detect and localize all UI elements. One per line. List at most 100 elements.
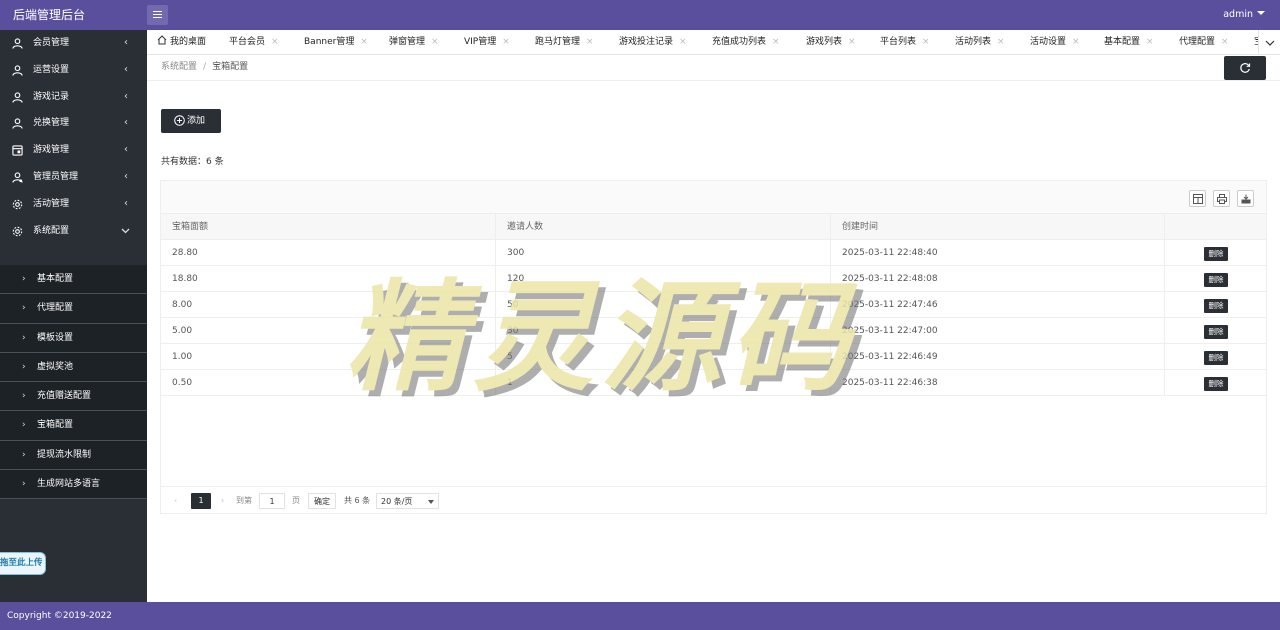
cell-created: 2025-03-11 22:48:08 bbox=[831, 266, 1165, 291]
total-count: 共 6 条 bbox=[344, 496, 371, 505]
sidebar-item-game-records[interactable]: 游戏记录 ‹ bbox=[0, 84, 147, 111]
sidebar-item-operations[interactable]: 运营设置 ‹ bbox=[0, 57, 147, 84]
user-menu[interactable]: admin bbox=[1223, 0, 1265, 30]
close-icon[interactable]: × bbox=[502, 37, 510, 47]
cell-amount: 8.00 bbox=[161, 292, 496, 317]
sidebar-item-games[interactable]: 游戏管理 ‹ bbox=[0, 137, 147, 164]
tab-agent-config[interactable]: 代理配置 × bbox=[1179, 30, 1229, 54]
breadcrumb-separator: / bbox=[203, 62, 207, 72]
delete-button[interactable]: 删除 bbox=[1204, 299, 1228, 313]
chevron-right-icon: › bbox=[22, 420, 26, 431]
page-unit-label: 页 bbox=[292, 496, 300, 505]
chevron-down-icon bbox=[1265, 40, 1275, 46]
chevron-left-icon: ‹ bbox=[124, 197, 128, 209]
tab-bet-records[interactable]: 游戏投注记录 × bbox=[619, 30, 687, 54]
tab-home[interactable]: 我的桌面 bbox=[157, 30, 207, 54]
tab-marquee[interactable]: 跑马灯管理 × bbox=[535, 30, 594, 54]
goto-label: 到第 bbox=[236, 496, 252, 505]
delete-button[interactable]: 删除 bbox=[1204, 377, 1228, 391]
close-icon[interactable]: × bbox=[1146, 37, 1154, 47]
tab-game-list[interactable]: 游戏列表 × bbox=[806, 30, 856, 54]
sidebar-item-activities[interactable]: 活动管理 ‹ bbox=[0, 191, 147, 218]
close-icon[interactable]: × bbox=[772, 37, 780, 47]
sidebar-item-exchange[interactable]: 兑换管理 ‹ bbox=[0, 110, 147, 137]
tab-label: Banner管理 bbox=[304, 37, 355, 47]
table-row: 1.00 5 2025-03-11 22:46:49 删除 bbox=[161, 344, 1266, 370]
delete-button[interactable]: 删除 bbox=[1204, 325, 1228, 339]
delete-button[interactable]: 删除 bbox=[1204, 273, 1228, 287]
page-number-current[interactable]: 1 bbox=[191, 493, 211, 509]
delete-button[interactable]: 删除 bbox=[1204, 247, 1228, 261]
chevron-right-icon: › bbox=[22, 449, 26, 460]
close-icon[interactable]: × bbox=[679, 37, 687, 47]
sidebar-item-label: 会员管理 bbox=[33, 38, 70, 48]
cell-amount: 5.00 bbox=[161, 318, 496, 343]
tab-basic-config[interactable]: 基本配置 × bbox=[1104, 30, 1154, 54]
tab-label: 弹窗管理 bbox=[389, 37, 426, 47]
sidebar-subitem-virtual-pool[interactable]: › 虚拟奖池 bbox=[0, 352, 147, 383]
upload-drop-button[interactable]: 拖至此上传 bbox=[0, 552, 46, 575]
delete-button[interactable]: 删除 bbox=[1204, 351, 1228, 365]
menu-toggle-button[interactable] bbox=[147, 5, 168, 25]
tab-activity-list[interactable]: 活动列表 × bbox=[955, 30, 1005, 54]
export-button[interactable] bbox=[1237, 190, 1254, 207]
tab-activity-settings[interactable]: 活动设置 × bbox=[1030, 30, 1080, 54]
user-icon bbox=[12, 65, 23, 76]
close-icon[interactable]: × bbox=[997, 37, 1005, 47]
tab-vip[interactable]: VIP管理 × bbox=[464, 30, 510, 54]
next-page-icon[interactable]: › bbox=[221, 493, 224, 509]
page-jump-input[interactable]: 1 bbox=[259, 493, 285, 509]
columns-filter-button[interactable] bbox=[1189, 190, 1206, 207]
sidebar-item-label: 活动管理 bbox=[33, 198, 70, 209]
tab-recharge-success[interactable]: 充值成功列表 × bbox=[712, 30, 780, 54]
chevron-right-icon: › bbox=[22, 303, 26, 314]
per-page-select[interactable]: 20 条/页 bbox=[376, 493, 439, 509]
close-icon[interactable]: × bbox=[586, 37, 594, 47]
sidebar-item-system-config[interactable]: 系统配置 bbox=[0, 218, 147, 245]
tab-dropdown-button[interactable] bbox=[1258, 30, 1280, 54]
refresh-button[interactable] bbox=[1224, 56, 1266, 80]
chevron-left-icon: ‹ bbox=[124, 170, 128, 182]
tab-banner[interactable]: Banner管理 × bbox=[304, 30, 368, 54]
sidebar-subitem-label: 模板设置 bbox=[37, 332, 74, 343]
sidebar-item-admins[interactable]: 管理员管理 ‹ bbox=[0, 164, 147, 191]
sidebar-subitem-recharge-bonus[interactable]: › 充值赠送配置 bbox=[0, 382, 147, 412]
cell-created: 2025-03-11 22:47:00 bbox=[831, 318, 1165, 343]
sidebar-item-members[interactable]: 会员管理 ‹ bbox=[0, 30, 147, 57]
close-icon[interactable]: × bbox=[271, 37, 279, 47]
sidebar-item-label: 兑换管理 bbox=[33, 118, 70, 129]
close-icon[interactable]: × bbox=[922, 37, 930, 47]
caret-down-icon bbox=[428, 500, 434, 504]
sidebar-item-label: 管理员管理 bbox=[33, 171, 79, 182]
tab-label: 充值成功列表 bbox=[712, 37, 767, 47]
doc-icon bbox=[12, 145, 23, 156]
print-button[interactable] bbox=[1213, 190, 1230, 207]
close-icon[interactable]: × bbox=[1072, 37, 1080, 47]
sidebar-subitem-template-settings[interactable]: › 模板设置 bbox=[0, 323, 147, 353]
top-bar: 后端管理后台 admin bbox=[0, 0, 1280, 30]
close-icon[interactable]: × bbox=[431, 37, 439, 47]
close-icon[interactable]: × bbox=[848, 37, 856, 47]
sidebar-subitem-label: 宝箱配置 bbox=[37, 420, 74, 431]
chevron-left-icon: ‹ bbox=[124, 117, 128, 129]
gear-icon bbox=[12, 226, 23, 236]
tab-popup[interactable]: 弹窗管理 × bbox=[389, 30, 439, 54]
close-icon[interactable]: × bbox=[1221, 37, 1229, 47]
page-jump-confirm-button[interactable]: 确定 bbox=[308, 493, 336, 509]
add-button[interactable]: 添加 bbox=[161, 109, 221, 133]
close-icon[interactable]: × bbox=[360, 37, 368, 47]
prev-page-icon[interactable]: ‹ bbox=[174, 493, 177, 509]
column-header-amount: 宝箱面额 bbox=[161, 214, 496, 239]
tab-label: 我的桌面 bbox=[170, 37, 207, 47]
sidebar-subitem-site-languages[interactable]: › 生成网站多语言 bbox=[0, 470, 147, 500]
chevron-right-icon: › bbox=[22, 391, 26, 402]
sidebar-item-label: 系统配置 bbox=[33, 225, 70, 236]
sidebar-subitem-withdraw-limit[interactable]: › 提现流水限制 bbox=[0, 440, 147, 471]
breadcrumb-parent[interactable]: 系统配置 bbox=[161, 62, 197, 72]
sidebar-subitem-agent-config[interactable]: › 代理配置 bbox=[0, 294, 147, 324]
tab-platform-list[interactable]: 平台列表 × bbox=[880, 30, 930, 54]
sidebar-subitem-basic-config[interactable]: › 基本配置 bbox=[0, 265, 147, 295]
column-header-invites: 邀请人数 bbox=[496, 214, 831, 239]
sidebar-subitem-chest-config[interactable]: › 宝箱配置 bbox=[0, 411, 147, 441]
tab-platform-members[interactable]: 平台会员 × bbox=[229, 30, 279, 54]
